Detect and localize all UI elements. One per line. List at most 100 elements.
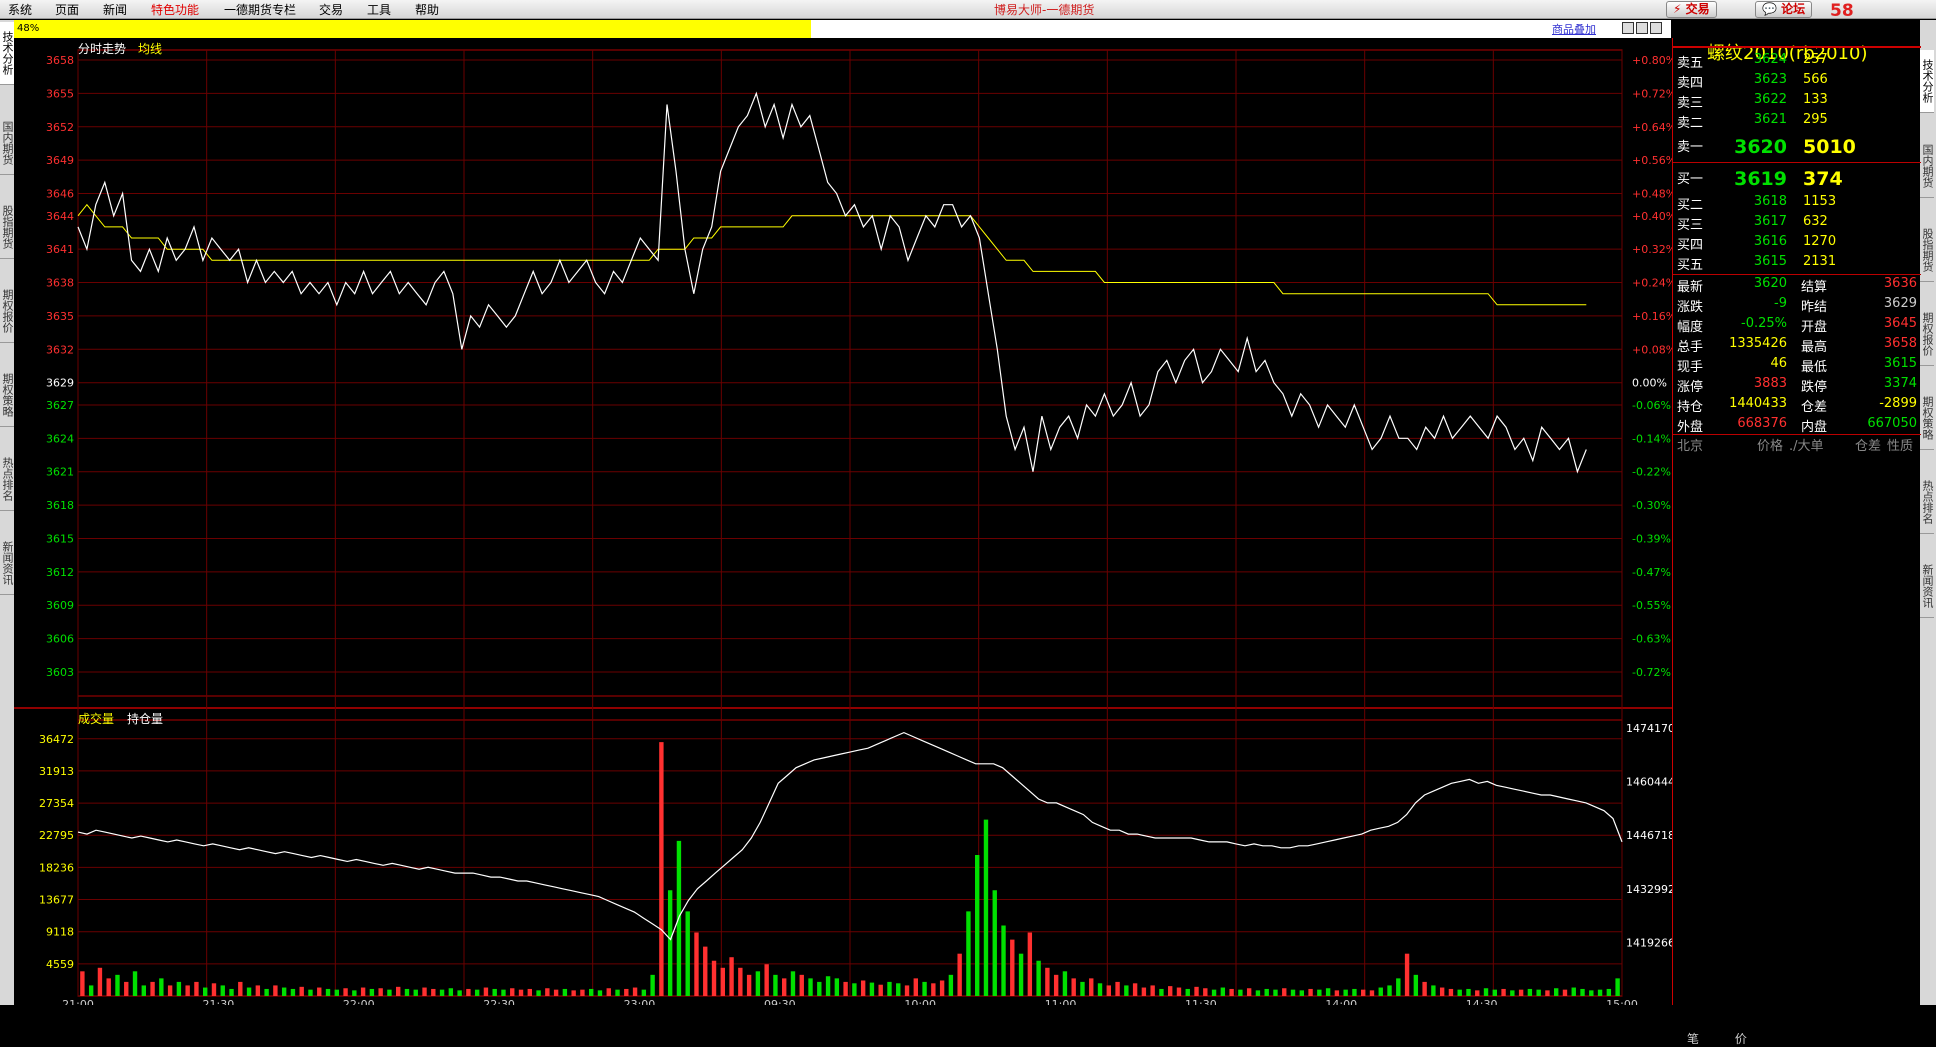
bid-row: 买一 3619 374 [1677,168,1917,190]
stat-label: 持仓 [1677,400,1704,415]
time-tick: 09:30 [764,998,796,1005]
volume-tick: 9118 [46,926,74,939]
menu-page[interactable]: 页面 [55,1,79,18]
stat-value: 1440433 [1729,396,1787,411]
pct-tick: 0.00% [1632,377,1667,390]
panel-restore-icon[interactable] [1636,22,1648,34]
stat-value-2: 3658 [1883,336,1917,351]
pct-tick: -0.72% [1632,666,1671,679]
stat-value: -0.25% [1741,316,1787,331]
panel-min-icon[interactable] [1622,22,1634,34]
menu-news[interactable]: 新闻 [103,1,127,18]
right-tab-strip: 技术分析 国内期货 股指期货 期权报价 期权策略 热点排名 新闻资讯 [1920,20,1936,1005]
stats-divider [1673,274,1921,275]
stat-value: 668376 [1737,416,1787,431]
trade-button[interactable]: ⚡ 交易 [1666,1,1717,18]
bid-label: 买五 [1677,258,1704,273]
bid-label: 买一 [1677,172,1704,187]
right-tab-ranking[interactable]: 热点排名 [1920,471,1934,534]
tick-col-time: 北京 [1677,439,1704,454]
ask-row: 卖二 3621 295 [1677,112,1917,131]
time-tick: 22:00 [343,998,375,1005]
price-tick: 3615 [46,532,74,545]
pct-tick: +0.08% [1632,343,1672,356]
left-tab-index[interactable]: 股指期货 [0,196,14,259]
right-tab-option-strategy[interactable]: 期权策略 [1920,387,1934,450]
menu-tools[interactable]: 工具 [367,1,391,18]
pct-tick: -0.14% [1632,432,1671,445]
left-tab-domestic[interactable]: 国内期货 [0,112,14,175]
stat-value: -9 [1774,296,1787,311]
pct-tick: +0.64% [1632,121,1672,134]
pct-tick: -0.39% [1632,532,1671,545]
price-tick: 3632 [46,343,74,356]
right-tab-option-quote[interactable]: 期权报价 [1920,303,1934,366]
overlay-link[interactable]: 商品叠加 [1552,21,1596,37]
stat-label: 总手 [1677,340,1704,355]
stat-label-2: 开盘 [1801,320,1828,335]
bid-label: 买三 [1677,218,1704,233]
pct-tick: -0.30% [1632,499,1671,512]
price-tick: 3641 [46,243,74,256]
left-tab-option-strategy[interactable]: 期权策略 [0,364,14,427]
chat-icon: 💬 [1762,2,1777,16]
lightning-icon: ⚡ [1673,2,1682,16]
tab-tick[interactable]: 笔 [1687,1032,1699,1046]
chart-area[interactable]: 3658 3655 3652 3649 3646 3644 3641 3638 3635 3632… [14,38,1672,1005]
left-tab-news[interactable]: 新闻资讯 [0,532,14,595]
left-tab-option-quote[interactable]: 期权报价 [0,280,14,343]
stat-value-2: 667050 [1867,416,1917,431]
forum-button[interactable]: 💬 论坛 [1755,1,1813,18]
right-tab-analysis[interactable]: 技术分析 [1920,50,1934,113]
stat-row: 外盘 668376 内盘 667050 [1677,416,1917,435]
price-tick: 3627 [46,399,74,412]
time-tick: 10:00 [904,998,936,1005]
bid-price: 3617 [1753,214,1787,229]
ask-price: 3621 [1753,112,1787,127]
stat-label-2: 结算 [1801,280,1828,295]
menu-trade[interactable]: 交易 [319,1,343,18]
title-divider [1673,46,1921,48]
left-tab-ranking[interactable]: 热点排名 [0,448,14,511]
tab-price[interactable]: 价 [1735,1032,1747,1046]
volume-tick: 27354 [39,797,74,810]
book-divider [1673,162,1921,163]
ask-price: 3620 [1734,136,1787,158]
time-tick: 21:30 [203,998,235,1005]
tick-col-oi: 仓差 [1855,439,1882,454]
left-tab-analysis[interactable]: 技术分析 [0,22,14,85]
ask-label: 卖二 [1677,116,1704,131]
ask-price: 3623 [1753,72,1787,87]
open-interest-legend: 持仓量 [127,711,163,726]
time-tick: 23:00 [624,998,656,1005]
right-tab-index[interactable]: 股指期货 [1920,219,1934,282]
oi-tick: 1460444 [1626,776,1672,789]
bid-price: 3619 [1734,168,1787,190]
price-tick: 3649 [46,154,74,167]
right-tab-domestic[interactable]: 国内期货 [1920,135,1934,198]
volume-title: 成交量 [78,711,114,726]
right-tab-news[interactable]: 新闻资讯 [1920,555,1934,618]
pct-tick: +0.32% [1632,243,1672,256]
time-tick: 21:00 [62,998,94,1005]
pct-tick: +0.80% [1632,54,1672,67]
menu-system[interactable]: 系统 [8,1,32,18]
ask-vol: 566 [1803,72,1828,87]
stat-label-2: 仓差 [1801,400,1828,415]
menu-help[interactable]: 帮助 [415,1,439,18]
logo-text: 58 [1830,1,1854,21]
menu-bar: 系统 页面 新闻 特色功能 一德期货专栏 交易 工具 帮助 博易大师-一德期货 … [0,0,1936,19]
tick-col-vol: ./大单 [1789,439,1824,454]
volume-tick: 36472 [39,733,74,746]
oi-tick: 1474170 [1626,722,1672,735]
menu-yide-column[interactable]: 一德期货专栏 [224,1,296,18]
time-tick: 11:30 [1185,998,1217,1005]
pct-tick: +0.40% [1632,210,1672,223]
panel-max-icon[interactable] [1650,22,1662,34]
ask-label: 卖三 [1677,96,1704,111]
menu-features[interactable]: 特色功能 [151,1,199,18]
oi-tick: 1432992 [1626,883,1672,896]
time-tick: 14:30 [1466,998,1498,1005]
chart-title: 分时走势 [78,42,126,56]
price-tick: 3635 [46,310,74,323]
